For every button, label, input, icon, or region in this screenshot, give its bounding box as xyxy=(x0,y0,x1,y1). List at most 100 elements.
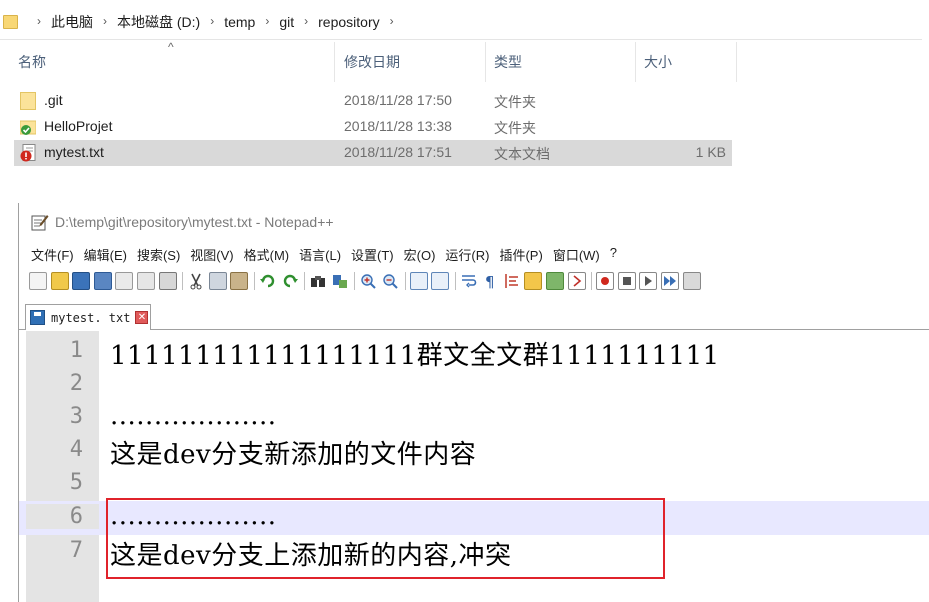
folder-icon xyxy=(20,92,36,110)
cut-icon[interactable] xyxy=(187,272,206,290)
chevron-right-icon[interactable]: › xyxy=(37,14,41,28)
save-icon[interactable] xyxy=(72,272,91,290)
line-number: 2 xyxy=(69,371,83,396)
menu-window[interactable]: 窗口(W) xyxy=(553,245,600,264)
address-bar[interactable]: › 此电脑 › 本地磁盘 (D:) › temp › git › reposit… xyxy=(0,0,922,40)
tab-label: mytest. txt xyxy=(51,310,131,325)
menu-run[interactable]: 运行(R) xyxy=(445,245,489,264)
word-wrap-icon[interactable] xyxy=(460,272,478,290)
breadcrumb-item-temp[interactable]: temp xyxy=(223,14,256,30)
toolbar-separator xyxy=(454,272,456,290)
file-row[interactable]: HelloProjet 2018/11/28 13:38 文件夹 xyxy=(14,114,732,140)
breadcrumb-item-repository[interactable]: repository xyxy=(317,14,380,30)
toolbar-separator xyxy=(304,272,306,290)
conflict-text-file-icon xyxy=(20,144,36,162)
user-language-icon[interactable] xyxy=(524,272,543,290)
menu-view[interactable]: 视图(V) xyxy=(190,245,233,264)
column-divider[interactable] xyxy=(736,42,737,82)
document-map-icon[interactable] xyxy=(546,272,565,290)
editor-line[interactable]: 5 xyxy=(19,467,929,501)
breadcrumb-item-this-pc[interactable]: 此电脑 xyxy=(50,12,94,32)
menu-help[interactable]: ? xyxy=(610,245,617,264)
editor-line[interactable]: 4 这是dev分支新添加的文件内容 xyxy=(19,434,929,470)
show-all-chars-icon[interactable]: ¶ xyxy=(481,272,499,291)
file-type: 文本文档 xyxy=(494,146,550,162)
chevron-right-icon[interactable]: › xyxy=(265,14,269,28)
sync-vertical-icon[interactable] xyxy=(409,272,428,290)
tab-mytest-txt[interactable]: mytest. txt ✕ xyxy=(25,304,151,330)
open-folder-icon[interactable] xyxy=(50,272,69,290)
conflict-highlight-box xyxy=(106,498,665,579)
column-divider[interactable] xyxy=(635,42,636,82)
breadcrumb-item-git[interactable]: git xyxy=(278,14,295,30)
find-icon[interactable] xyxy=(309,272,327,290)
undo-icon[interactable] xyxy=(259,272,277,290)
file-row[interactable]: .git 2018/11/28 17:50 文件夹 xyxy=(14,88,732,114)
toolbar: ¶ xyxy=(29,269,704,293)
editor-line[interactable]: 1 111111111111111111群文全文群1111111111 xyxy=(19,335,929,371)
menu-macro[interactable]: 宏(O) xyxy=(404,245,436,264)
replace-icon[interactable] xyxy=(331,272,349,290)
file-name: HelloProjet xyxy=(44,118,113,134)
new-file-icon[interactable] xyxy=(29,272,47,290)
column-header-type[interactable]: 类型 xyxy=(494,52,522,74)
line-text: 111111111111111111群文全文群1111111111 xyxy=(110,341,720,371)
toolbar-separator xyxy=(253,272,255,290)
menu-settings[interactable]: 设置(T) xyxy=(351,245,394,264)
zoom-in-icon[interactable] xyxy=(359,272,377,290)
line-text: ................... xyxy=(110,401,277,431)
toolbar-separator xyxy=(354,272,356,290)
line-number: 7 xyxy=(69,538,83,563)
menu-bar: 文件(F) 编辑(E) 搜索(S) 视图(V) 格式(M) 语言(L) 设置(T… xyxy=(31,245,627,264)
breadcrumb-item-local-disk[interactable]: 本地磁盘 (D:) xyxy=(116,12,201,32)
save-macro-icon[interactable] xyxy=(682,272,701,290)
window-title-bar[interactable]: D:\temp\git\repository\mytest.txt - Note… xyxy=(31,213,334,231)
zoom-out-icon[interactable] xyxy=(381,272,399,290)
editor-line[interactable]: 3 ................... xyxy=(19,401,929,435)
redo-icon[interactable] xyxy=(281,272,299,290)
file-date: 2018/11/28 13:38 xyxy=(344,118,452,134)
editor-line[interactable]: 2 xyxy=(19,368,929,402)
play-macro-icon[interactable] xyxy=(639,272,658,290)
menu-language[interactable]: 语言(L) xyxy=(299,245,341,264)
column-divider[interactable] xyxy=(334,42,335,82)
save-all-icon[interactable] xyxy=(93,272,112,290)
column-header-name[interactable]: 名称 xyxy=(18,52,46,74)
saved-file-icon xyxy=(30,310,45,325)
paste-icon[interactable] xyxy=(230,272,249,290)
column-divider[interactable] xyxy=(485,42,486,82)
svg-text:¶: ¶ xyxy=(485,273,495,290)
column-header-date[interactable]: 修改日期 xyxy=(344,52,400,74)
chevron-right-icon[interactable]: › xyxy=(304,14,308,28)
run-macro-multiple-icon[interactable] xyxy=(661,272,680,290)
stop-macro-icon[interactable] xyxy=(617,272,636,290)
menu-format[interactable]: 格式(M) xyxy=(244,245,290,264)
close-file-icon[interactable] xyxy=(115,272,134,290)
column-header-row: ^ 名称 修改日期 类型 大小 xyxy=(0,40,760,82)
line-number: 3 xyxy=(69,404,83,429)
sort-ascending-icon: ^ xyxy=(168,40,174,54)
chevron-right-icon[interactable]: › xyxy=(390,14,394,28)
line-number: 6 xyxy=(26,504,99,529)
chevron-right-icon[interactable]: › xyxy=(103,14,107,28)
file-row-selected[interactable]: mytest.txt 2018/11/28 17:51 文本文档 1 KB xyxy=(14,140,732,166)
menu-file[interactable]: 文件(F) xyxy=(31,245,74,264)
menu-edit[interactable]: 编辑(E) xyxy=(84,245,127,264)
print-icon[interactable] xyxy=(158,272,177,290)
column-header-size[interactable]: 大小 xyxy=(644,52,672,74)
sync-horizontal-icon[interactable] xyxy=(431,272,450,290)
indent-guide-icon[interactable] xyxy=(503,272,521,290)
copy-icon[interactable] xyxy=(208,272,227,290)
tab-bar: mytest. txt ✕ xyxy=(19,303,929,330)
menu-search[interactable]: 搜索(S) xyxy=(137,245,180,264)
toolbar-separator xyxy=(404,272,406,290)
file-type: 文件夹 xyxy=(494,120,536,136)
close-all-icon[interactable] xyxy=(136,272,155,290)
line-number: 1 xyxy=(69,338,83,363)
record-macro-icon[interactable] xyxy=(596,272,615,290)
toolbar-separator xyxy=(182,272,184,290)
menu-plugins[interactable]: 插件(P) xyxy=(499,245,542,264)
function-list-icon[interactable] xyxy=(567,272,586,290)
chevron-right-icon[interactable]: › xyxy=(210,14,214,28)
close-tab-icon[interactable]: ✕ xyxy=(135,311,149,324)
